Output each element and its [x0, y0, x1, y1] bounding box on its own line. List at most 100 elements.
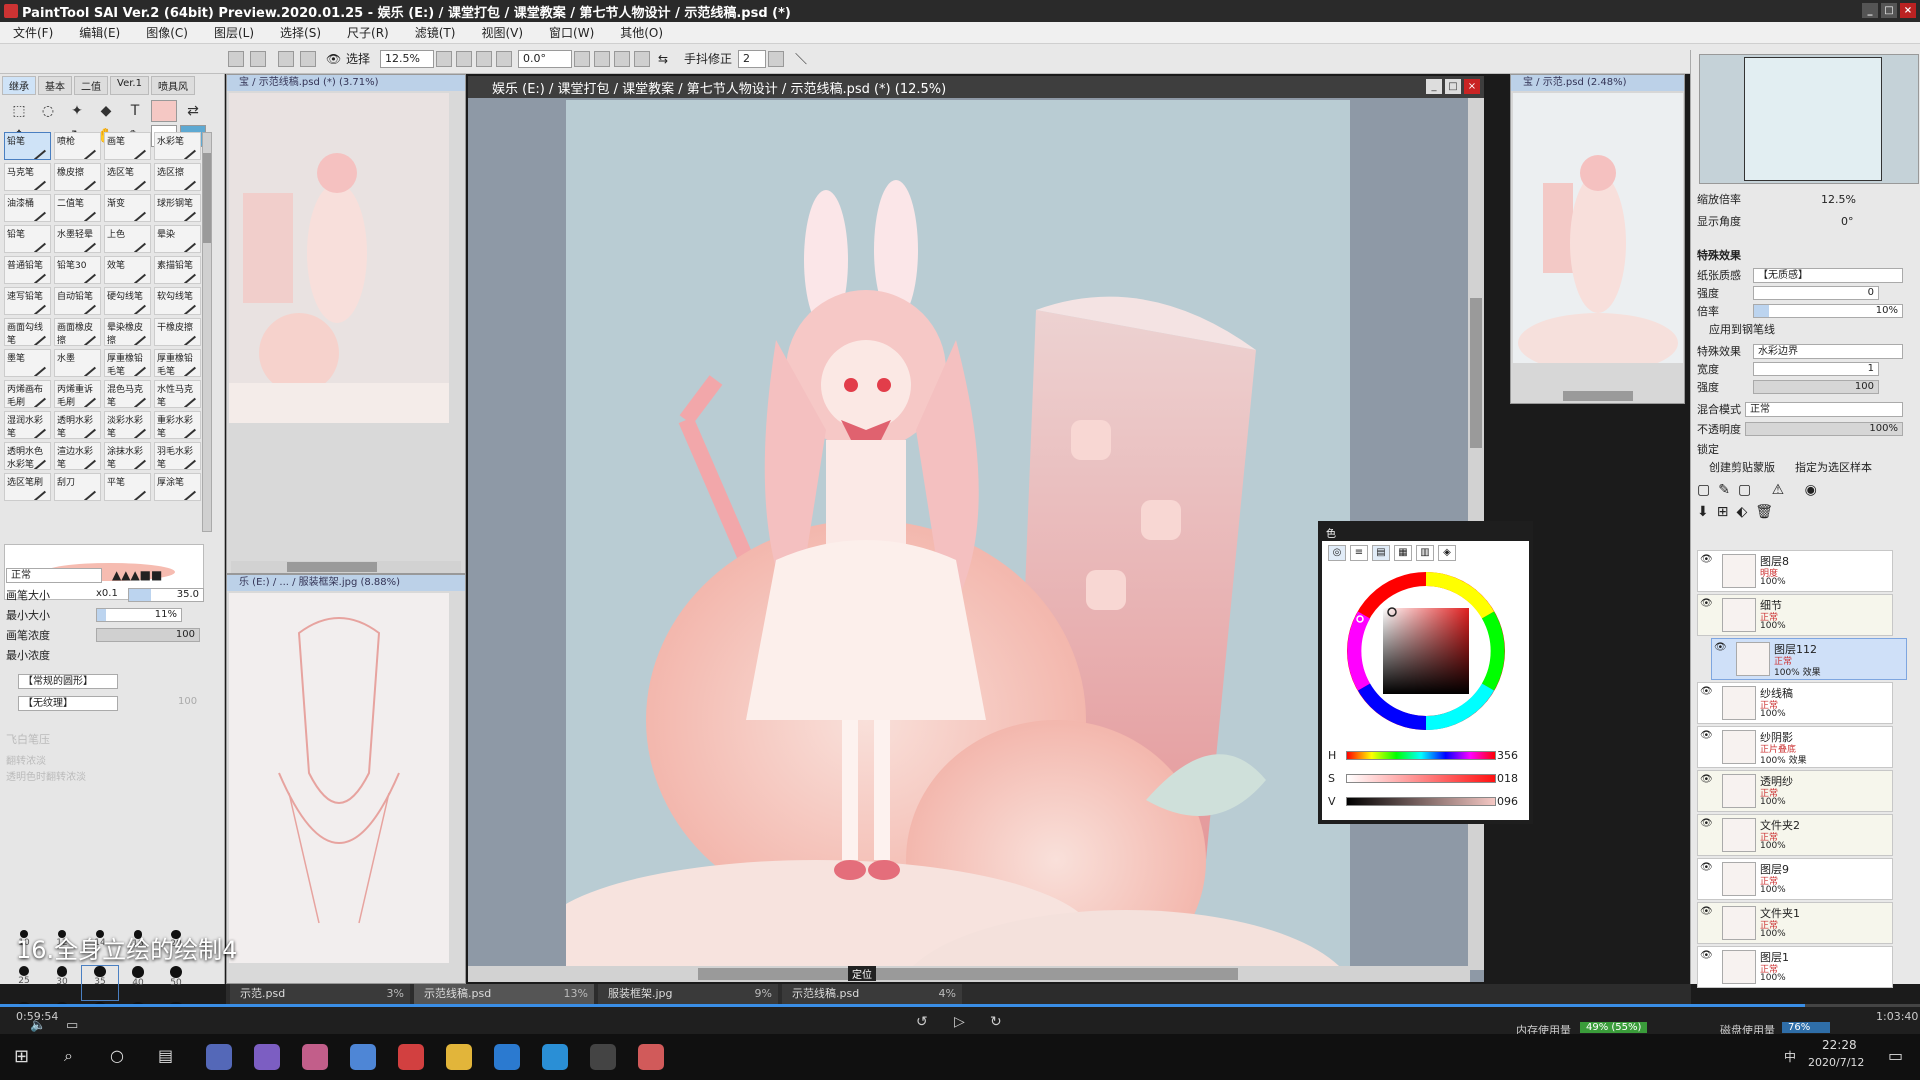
brush-item[interactable]: 晕染橡皮擦	[104, 318, 151, 346]
menu-edit[interactable]: 编辑(E)	[66, 24, 133, 41]
visibility-eye-icon[interactable]: 👁	[1714, 642, 1730, 656]
brush-item[interactable]: 铅笔	[4, 225, 51, 253]
brush-item[interactable]: 晕染	[154, 225, 201, 253]
brush-item[interactable]: 水墨	[54, 349, 101, 377]
document-tab[interactable]: 示范线稿.psd 13%	[414, 984, 594, 1004]
menu-file[interactable]: 文件(F)	[0, 24, 66, 41]
brush-item[interactable]: 选区笔刷	[4, 473, 51, 501]
brush-item[interactable]: 橡皮擦	[54, 163, 101, 191]
layer-item[interactable]: 👁 纱线稿 正常 100%	[1697, 682, 1893, 724]
flip-icon[interactable]: ⇆	[658, 50, 668, 68]
opacity-slider[interactable]: 100%	[1745, 422, 1903, 436]
windows-start-icon[interactable]: ⊞	[14, 1046, 29, 1067]
shape-icon[interactable]: ◆	[93, 100, 119, 122]
visibility-eye-icon[interactable]: 👁	[1700, 906, 1716, 920]
layer-folder[interactable]: 👁 细节 正常 100%	[1697, 594, 1893, 636]
brush-item[interactable]: 渲边水彩笔	[54, 442, 101, 470]
canvas-minimize-button[interactable]: _	[1426, 79, 1442, 94]
brush-tip-shapes[interactable]: ▲▲▲■■	[112, 568, 162, 582]
brush-item[interactable]: 混色马克笔	[104, 380, 151, 408]
painttool-sai-icon[interactable]	[638, 1044, 664, 1070]
file-explorer-icon[interactable]	[446, 1044, 472, 1070]
angle-value[interactable]: 0°	[1841, 214, 1854, 230]
brush-item[interactable]: 干橡皮擦	[154, 318, 201, 346]
effects-header[interactable]: 特殊效果	[1697, 248, 1741, 264]
brush-item[interactable]: 效笔	[104, 256, 151, 284]
scale-slider[interactable]: 10%	[1753, 304, 1903, 318]
taskbar-app-9-icon[interactable]	[590, 1044, 616, 1070]
close-button[interactable]: ×	[1900, 3, 1916, 18]
saturation-value[interactable]: 018	[1497, 772, 1518, 785]
brush-item[interactable]: 丙烯重诉毛刷	[54, 380, 101, 408]
brush-item[interactable]: 平笔	[104, 473, 151, 501]
hue-value[interactable]: 356	[1497, 749, 1518, 762]
canvas-close-button[interactable]: ×	[1464, 79, 1480, 94]
visibility-eye-icon[interactable]: 👁	[1700, 598, 1716, 612]
swap-colors-icon[interactable]: ⇄	[180, 100, 206, 122]
brush-size-preset[interactable]: 30	[44, 966, 80, 1000]
tab-binary[interactable]: 二值	[74, 76, 108, 95]
play-icon[interactable]: ▷	[954, 1014, 965, 1030]
eye-icon[interactable]: 👁	[326, 50, 341, 68]
locate-label[interactable]: 定位	[848, 966, 876, 981]
subtitle-icon[interactable]: ▭	[66, 1018, 78, 1033]
brush-size-preset[interactable]: 50	[158, 966, 194, 1000]
texture-select[interactable]: 【无纹理】	[18, 696, 118, 711]
text-icon[interactable]: T	[122, 100, 148, 122]
rewind-10-icon[interactable]: ↺	[916, 1014, 928, 1030]
width-slider[interactable]: 1	[1753, 362, 1879, 376]
preview-1-hscroll[interactable]	[287, 562, 377, 572]
primary-color-swatch[interactable]	[151, 100, 177, 122]
undo-icon[interactable]	[228, 51, 244, 67]
canvas-hscroll[interactable]: 定位	[468, 966, 1470, 982]
layer-folder[interactable]: 👁 透明纱 正常 100%	[1697, 770, 1893, 812]
clock-date[interactable]: 2020/7/12	[1808, 1056, 1864, 1069]
volume-icon[interactable]: 🔈	[30, 1018, 46, 1033]
selection-sample-check[interactable]: 指定为选区样本	[1795, 460, 1872, 476]
brush-item[interactable]: 马克笔	[4, 163, 51, 191]
search-icon[interactable]: ⌕	[64, 1046, 73, 1066]
brush-item[interactable]: 涂抹水彩笔	[104, 442, 151, 470]
brush-item[interactable]: 画笔	[104, 132, 151, 160]
document-tab[interactable]: 服装框架.jpg 9%	[598, 984, 778, 1004]
magic-wand-icon[interactable]: ✦	[64, 100, 90, 122]
layer-item[interactable]: 👁 纱阴影 正片叠底 100% 效果	[1697, 726, 1893, 768]
layer-toolbar[interactable]: ▢✎▢ ⚠ ◉	[1697, 482, 1825, 498]
brush-item[interactable]: 速写铅笔	[4, 287, 51, 315]
brush-item[interactable]: 厚重橡铅毛笔	[154, 349, 201, 377]
rect-select-icon[interactable]: ⬚	[6, 100, 32, 122]
effect-select[interactable]: 水彩边界	[1753, 344, 1903, 359]
layer-item[interactable]: 👁 图层112 正常 100% 效果	[1711, 638, 1907, 680]
document-tab[interactable]: 示范.psd 3%	[230, 984, 410, 1004]
rotate-ccw-icon[interactable]	[594, 51, 610, 67]
taskbar-app-3-icon[interactable]	[302, 1044, 328, 1070]
zoom-value[interactable]: 12.5%	[1821, 192, 1856, 208]
visibility-eye-icon[interactable]: 👁	[1700, 554, 1716, 568]
color-wheel[interactable]	[1346, 571, 1506, 731]
menu-window[interactable]: 窗口(W)	[536, 24, 607, 41]
brush-item[interactable]: 二值笔	[54, 194, 101, 222]
select-toggle-label[interactable]: 选择	[346, 50, 370, 68]
apply-to-pen-check[interactable]: 应用到钢笔线	[1709, 322, 1775, 338]
edge-icon[interactable]	[494, 1044, 520, 1070]
zoom-in-icon[interactable]	[476, 51, 492, 67]
brush-item[interactable]: 水墨轻晕	[54, 225, 101, 253]
deselect-icon[interactable]	[278, 51, 294, 67]
brush-item[interactable]: 墨笔	[4, 349, 51, 377]
brush-mode-select[interactable]: 正常	[6, 568, 102, 583]
brush-item[interactable]: 刮刀	[54, 473, 101, 501]
zoom-reset-icon[interactable]	[496, 51, 512, 67]
zoom-out-icon[interactable]	[456, 51, 472, 67]
brush-item[interactable]: 丙烯画布毛刷	[4, 380, 51, 408]
brush-item[interactable]: 画面勾线笔	[4, 318, 51, 346]
rotate-cw-icon[interactable]	[614, 51, 630, 67]
brush-item[interactable]: 画面橡皮擦	[54, 318, 101, 346]
taskbar-app-5-icon[interactable]	[398, 1044, 424, 1070]
preview-3-hscroll[interactable]	[1563, 391, 1633, 401]
color-wheel-mode-icon[interactable]: ◎	[1328, 545, 1346, 561]
brush-item[interactable]: 淡彩水彩笔	[104, 411, 151, 439]
brush-item[interactable]: 透明水彩笔	[54, 411, 101, 439]
shape-select[interactable]: 【常规的圆形】	[18, 674, 118, 689]
lasso-icon[interactable]: ◌	[35, 100, 61, 122]
zoom-dropdown-icon[interactable]	[436, 51, 452, 67]
